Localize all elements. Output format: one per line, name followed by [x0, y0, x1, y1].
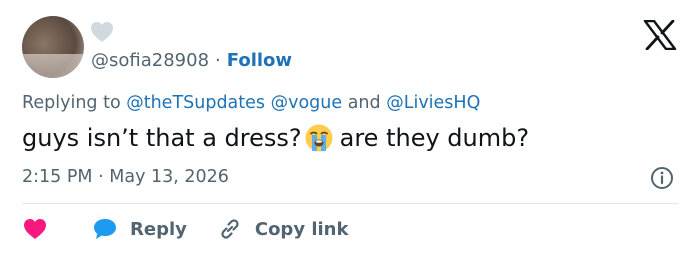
link-icon: [221, 219, 239, 239]
tweet-time: 2:15 PM: [22, 167, 93, 187]
separator-dot: ·: [215, 49, 221, 71]
tweet-text: guys isn’t that a dress? are they dumb?: [22, 123, 529, 153]
tweet-text-part-1: guys isn’t that a dress?: [22, 124, 302, 152]
mention-livieshq[interactable]: @LiviesHQ: [386, 93, 480, 113]
tweet-text-part-2: are they dumb?: [339, 124, 530, 152]
tweet-date: May 13, 2026: [109, 167, 229, 187]
action-bar: Reply Copy link: [22, 214, 348, 244]
author-handle[interactable]: @sofia28908: [91, 50, 209, 71]
avatar[interactable]: [22, 16, 84, 78]
follow-button[interactable]: Follow: [227, 50, 292, 71]
replying-prefix: Replying to: [22, 93, 127, 113]
separator-dot: ·: [98, 167, 104, 187]
heart-icon: [91, 22, 113, 42]
copy-link-label: Copy link: [254, 218, 349, 240]
loudly-crying-face-icon: [305, 124, 333, 152]
mention-joiner: and: [342, 93, 387, 113]
x-logo-icon[interactable]: [643, 20, 677, 50]
info-icon[interactable]: [650, 166, 674, 190]
copy-link-button[interactable]: Copy link: [217, 216, 349, 242]
timestamp[interactable]: 2:15 PM · May 13, 2026: [22, 167, 229, 187]
like-heart-icon: [24, 219, 46, 239]
mention-thetsupdates[interactable]: @theTSupdates: [126, 93, 265, 113]
author-row: @sofia28908 · Follow: [91, 48, 292, 72]
reply-label: Reply: [130, 218, 187, 240]
reply-bubble-icon: [94, 219, 116, 239]
mention-vogue[interactable]: @vogue: [271, 93, 343, 113]
reply-button[interactable]: Reply: [92, 217, 187, 241]
replying-to: Replying to @theTSupdates @vogue and @Li…: [22, 93, 480, 113]
divider: [22, 203, 678, 204]
like-button[interactable]: [22, 217, 48, 241]
